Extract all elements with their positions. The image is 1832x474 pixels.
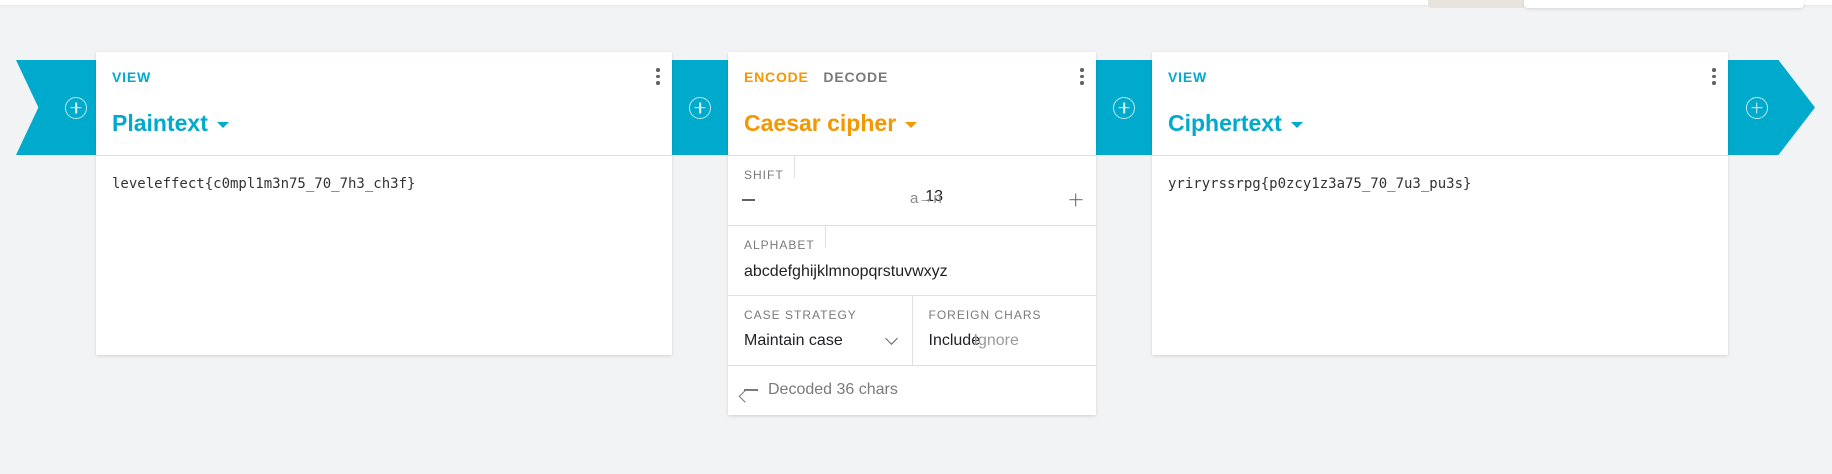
ciphertext-card: VIEW Ciphertext yriryrssrpg{p0zcy1z3a75_… — [1152, 52, 1728, 355]
shift-label: SHIFT — [744, 168, 784, 182]
status-text: Decoded 36 chars — [768, 381, 898, 398]
mode-switcher: VIEW — [1168, 69, 1217, 85]
card-header: ENCODE DECODE Caesar cipher — [728, 52, 1096, 156]
add-circle-icon — [1745, 96, 1768, 119]
minus-icon[interactable] — [742, 199, 755, 201]
foreign-chars-include[interactable]: Include — [929, 332, 981, 350]
alphabet-label: ALPHABET — [744, 238, 815, 252]
label-divider — [825, 226, 826, 248]
alphabet-input[interactable]: abcdefghijklmnopqrstuvwxyz — [744, 263, 948, 281]
options-row: CASE STRATEGY Maintain case FOREIGN CHAR… — [728, 296, 1096, 366]
card-title-dropdown[interactable]: Caesar cipher — [744, 110, 918, 137]
dropdown-caret-icon — [905, 121, 918, 128]
mode-view[interactable]: VIEW — [112, 69, 151, 85]
dropdown-caret-icon — [216, 121, 229, 128]
card-title: Plaintext — [112, 110, 208, 136]
foreign-chars-ignore[interactable]: Ignore — [974, 332, 1019, 350]
case-strategy-value: Maintain case — [744, 332, 843, 349]
add-circle-icon — [65, 96, 87, 119]
caesar-cipher-card: ENCODE DECODE Caesar cipher SHIFT 13 a→n… — [728, 52, 1096, 415]
shift-hint: a→n — [910, 190, 942, 207]
more-vert-icon[interactable] — [656, 68, 660, 85]
card-title: Ciphertext — [1168, 110, 1282, 136]
plaintext-card: VIEW Plaintext leveleffect{c0mpl1m3n75_7… — [96, 52, 672, 355]
plaintext-content[interactable]: leveleffect{c0mpl1m3n75_70_7h3_ch3f} — [96, 156, 672, 212]
add-step-connector-end[interactable] — [1728, 60, 1815, 155]
case-strategy-label: CASE STRATEGY — [744, 308, 857, 322]
mode-decode[interactable]: DECODE — [823, 69, 888, 85]
status-bar: Decoded 36 chars — [728, 366, 1096, 415]
case-strategy-select[interactable]: CASE STRATEGY Maintain case — [728, 296, 912, 365]
mode-switcher: VIEW — [112, 69, 161, 85]
more-vert-icon[interactable] — [1080, 68, 1084, 85]
dropdown-caret-icon — [1290, 121, 1303, 128]
card-title-dropdown[interactable]: Plaintext — [112, 110, 229, 137]
thumbnail-image — [1428, 0, 1524, 8]
card-header: VIEW Ciphertext — [1152, 52, 1728, 156]
plus-icon[interactable] — [1069, 193, 1082, 206]
label-divider — [794, 156, 795, 178]
add-circle-icon — [1113, 96, 1135, 119]
foreign-chars-label: FOREIGN CHARS — [928, 308, 1042, 322]
mode-encode[interactable]: ENCODE — [744, 69, 809, 85]
card-title-dropdown[interactable]: Ciphertext — [1168, 110, 1303, 137]
more-vert-icon[interactable] — [1712, 68, 1716, 85]
add-step-connector-2[interactable] — [1096, 60, 1152, 155]
mode-view[interactable]: VIEW — [1168, 69, 1207, 85]
card-header: VIEW Plaintext — [96, 52, 672, 156]
shift-field: SHIFT 13 a→n — [728, 156, 1096, 226]
add-step-connector-1[interactable] — [672, 60, 728, 155]
arrow-left-icon — [744, 389, 758, 391]
alphabet-field: ALPHABET abcdefghijklmnopqrstuvwxyz — [728, 226, 1096, 296]
foreign-chars-field: FOREIGN CHARS Include Ignore — [911, 296, 1097, 365]
top-card-edge — [1524, 0, 1804, 8]
mode-switcher: ENCODE DECODE — [744, 69, 898, 85]
chevron-down-icon — [884, 332, 898, 345]
add-circle-icon — [689, 96, 711, 119]
ciphertext-content[interactable]: yriryrssrpg{p0zcy1z3a75_70_7u3_pu3s} — [1152, 156, 1728, 212]
add-step-connector-start[interactable] — [16, 60, 96, 155]
card-title: Caesar cipher — [744, 110, 897, 136]
